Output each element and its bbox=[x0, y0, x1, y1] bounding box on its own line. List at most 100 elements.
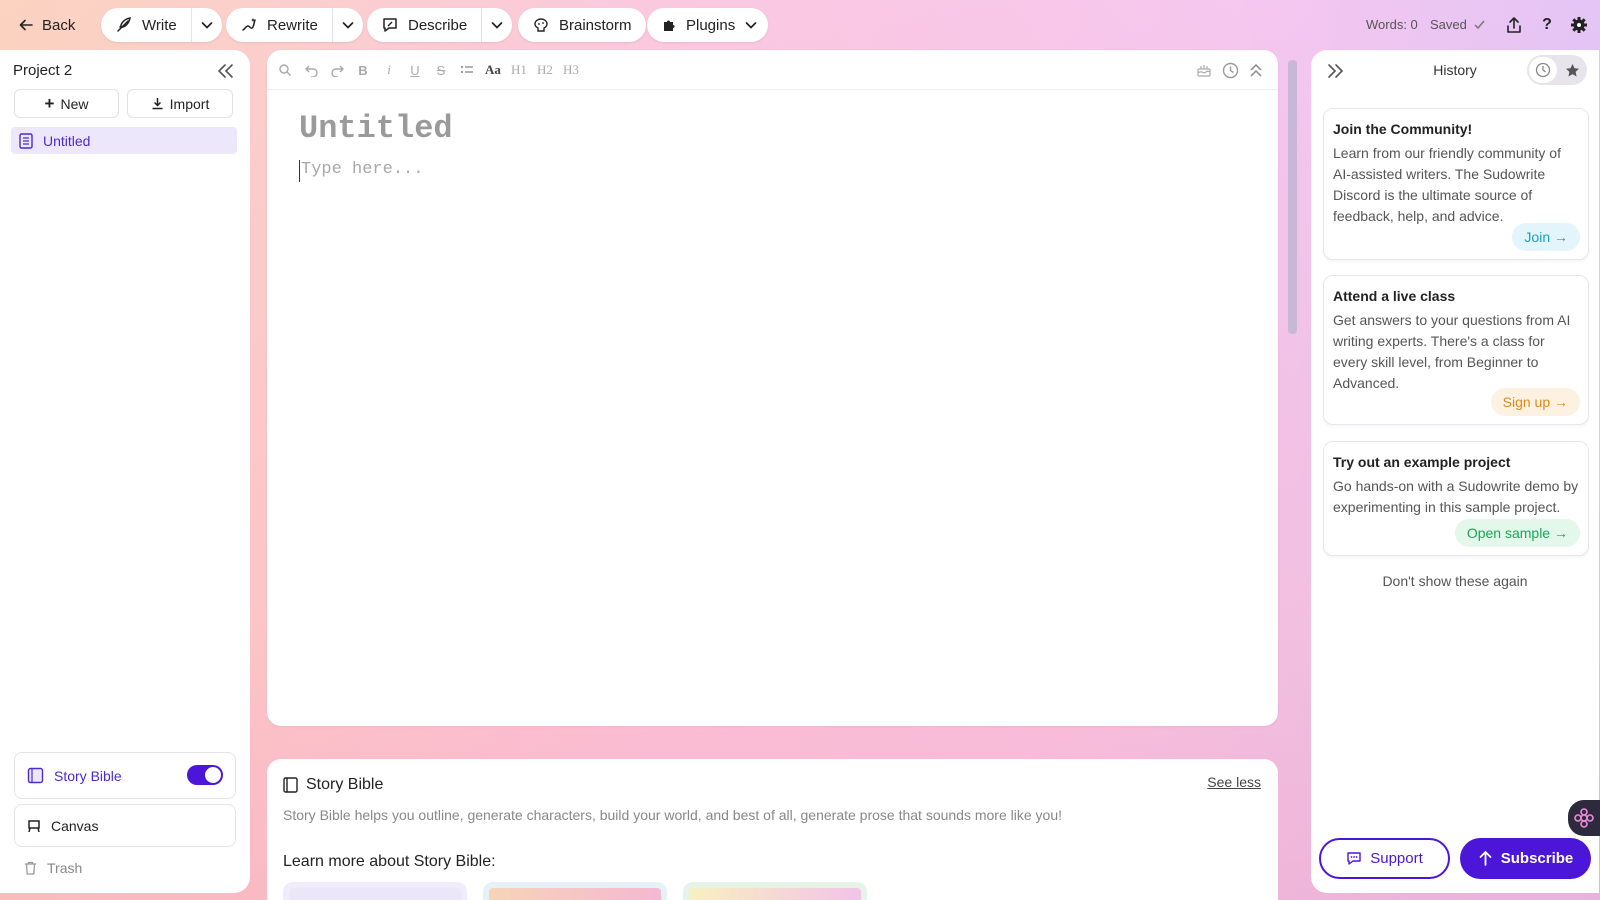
gear-icon bbox=[1571, 17, 1587, 33]
version-history-button[interactable] bbox=[1220, 60, 1240, 80]
join-button[interactable]: Join → bbox=[1512, 223, 1580, 251]
arrow-up-icon bbox=[1479, 850, 1492, 866]
share-icon bbox=[1507, 17, 1521, 33]
describe-button[interactable]: Describe bbox=[367, 8, 481, 42]
strikethrough-icon: S bbox=[436, 62, 446, 78]
card-body: Go hands-on with a Sudowrite demo by exp… bbox=[1333, 478, 1579, 515]
project-title: Project 2 bbox=[13, 62, 73, 79]
puzzle-icon bbox=[664, 20, 675, 31]
new-label: New bbox=[60, 95, 89, 112]
history-tab[interactable] bbox=[1529, 57, 1557, 83]
write-button[interactable]: Write bbox=[101, 8, 191, 42]
focus-mode-button[interactable] bbox=[1194, 60, 1214, 80]
brain-icon bbox=[534, 18, 548, 32]
chevron-down-icon bbox=[745, 22, 757, 29]
checkmark-icon bbox=[1474, 20, 1485, 30]
back-label: Back bbox=[42, 16, 76, 34]
trash-icon bbox=[25, 861, 36, 875]
bullet-list-icon bbox=[460, 65, 473, 74]
underline-icon: U bbox=[410, 62, 420, 78]
support-button[interactable]: Support bbox=[1319, 838, 1450, 879]
canvas-item[interactable]: Canvas bbox=[14, 804, 236, 847]
chevron-down-icon bbox=[201, 22, 213, 29]
question-mark-icon: ? bbox=[1542, 16, 1552, 33]
rewrite-menu: Rewrite bbox=[226, 8, 363, 42]
chevron-down-icon bbox=[491, 22, 503, 29]
heading-1-button[interactable]: H1 bbox=[509, 60, 529, 80]
see-less-link[interactable]: See less bbox=[1207, 774, 1261, 790]
learn-more-heading: Learn more about Story Bible: bbox=[283, 853, 496, 870]
story-bible-panel: Story Bible See less Story Bible helps y… bbox=[267, 759, 1278, 900]
collapse-toolbar-button[interactable] bbox=[1246, 60, 1266, 80]
heading-3-button[interactable]: H3 bbox=[561, 60, 581, 80]
share-button[interactable] bbox=[1503, 14, 1525, 36]
redo-button[interactable] bbox=[327, 60, 347, 80]
new-document-button[interactable]: + New bbox=[14, 89, 119, 118]
search-button[interactable] bbox=[275, 60, 295, 80]
import-button[interactable]: Import bbox=[127, 89, 233, 118]
clock-icon bbox=[1222, 62, 1238, 78]
trash-item[interactable]: Trash bbox=[24, 860, 82, 876]
document-title[interactable]: Untitled bbox=[299, 110, 453, 147]
video-thumbnail[interactable] bbox=[483, 882, 667, 900]
heading-2-button[interactable]: H2 bbox=[535, 60, 555, 80]
chevron-down-icon bbox=[342, 22, 354, 29]
editor-scrollbar[interactable] bbox=[1288, 60, 1297, 334]
plugins-segment: Plugins bbox=[647, 8, 768, 42]
assistant-launcher-button[interactable] bbox=[1568, 800, 1600, 836]
card-body: Learn from our friendly community of AI-… bbox=[1333, 145, 1561, 224]
card-title: Try out an example project bbox=[1333, 454, 1511, 470]
sign-up-button[interactable]: Sign up → bbox=[1490, 388, 1580, 416]
document-item[interactable]: Untitled bbox=[11, 127, 237, 154]
rewrite-dropdown-button[interactable] bbox=[333, 8, 363, 42]
redo-icon bbox=[330, 65, 344, 77]
feather-icon bbox=[117, 17, 131, 32]
trash-label: Trash bbox=[47, 860, 83, 876]
example-project-card: Try out an example project Go hands-on w… bbox=[1323, 441, 1589, 556]
flower-icon bbox=[1574, 808, 1594, 828]
undo-button[interactable] bbox=[301, 60, 321, 80]
write-dropdown-button[interactable] bbox=[192, 8, 222, 42]
open-sample-button[interactable]: Open sample → bbox=[1454, 519, 1580, 547]
card-title: Join the Community! bbox=[1333, 121, 1473, 137]
rewrite-label: Rewrite bbox=[267, 16, 318, 34]
card-title: Attend a live class bbox=[1333, 288, 1456, 304]
bold-button[interactable]: B bbox=[353, 60, 373, 80]
underline-button[interactable]: U bbox=[405, 60, 425, 80]
document-label: Untitled bbox=[43, 132, 91, 149]
editor-pane: B i U S Aa H1 H2 H3 Untitled Type here..… bbox=[267, 50, 1278, 726]
plugins-button[interactable]: Plugins bbox=[647, 8, 769, 42]
community-card: Join the Community! Learn from our frien… bbox=[1323, 108, 1589, 260]
story-bible-toggle[interactable] bbox=[187, 765, 223, 785]
write-menu: Write bbox=[101, 8, 222, 42]
saved-label: Saved bbox=[1430, 17, 1467, 32]
clock-icon bbox=[1535, 62, 1551, 78]
video-thumbnail[interactable] bbox=[283, 882, 467, 900]
dont-show-again-link[interactable]: Don't show these again bbox=[1311, 573, 1599, 589]
subscribe-button[interactable]: Subscribe bbox=[1460, 838, 1591, 879]
italic-button[interactable]: i bbox=[379, 60, 399, 80]
story-bible-label: Story Bible bbox=[54, 767, 122, 784]
document-body[interactable]: Type here... bbox=[299, 160, 423, 182]
strikethrough-button[interactable]: S bbox=[431, 60, 451, 80]
favorites-tab[interactable] bbox=[1559, 57, 1585, 83]
history-view-switch bbox=[1527, 55, 1587, 85]
search-icon bbox=[279, 64, 292, 77]
settings-button[interactable] bbox=[1568, 14, 1590, 36]
video-thumbnail[interactable] bbox=[683, 882, 867, 900]
history-panel: History Join the Community! Learn from o… bbox=[1311, 50, 1599, 893]
describe-dropdown-button[interactable] bbox=[482, 8, 512, 42]
live-class-card: Attend a live class Get answers to your … bbox=[1323, 275, 1589, 425]
help-button[interactable]: ? bbox=[1536, 14, 1558, 36]
bullet-list-button[interactable] bbox=[457, 60, 477, 80]
undo-icon bbox=[304, 65, 318, 77]
collapse-sidebar-button[interactable] bbox=[214, 60, 236, 82]
story-bible-item[interactable]: Story Bible bbox=[14, 752, 236, 799]
font-button[interactable]: Aa bbox=[483, 60, 503, 80]
rewrite-button[interactable]: Rewrite bbox=[226, 8, 332, 42]
back-button[interactable]: Back bbox=[18, 12, 75, 38]
story-bible-title: Story Bible bbox=[306, 776, 384, 793]
speech-bubble-icon bbox=[383, 18, 397, 32]
formatting-toolbar: B i U S Aa H1 H2 H3 bbox=[267, 50, 1278, 90]
brainstorm-button[interactable]: Brainstorm bbox=[518, 8, 646, 42]
